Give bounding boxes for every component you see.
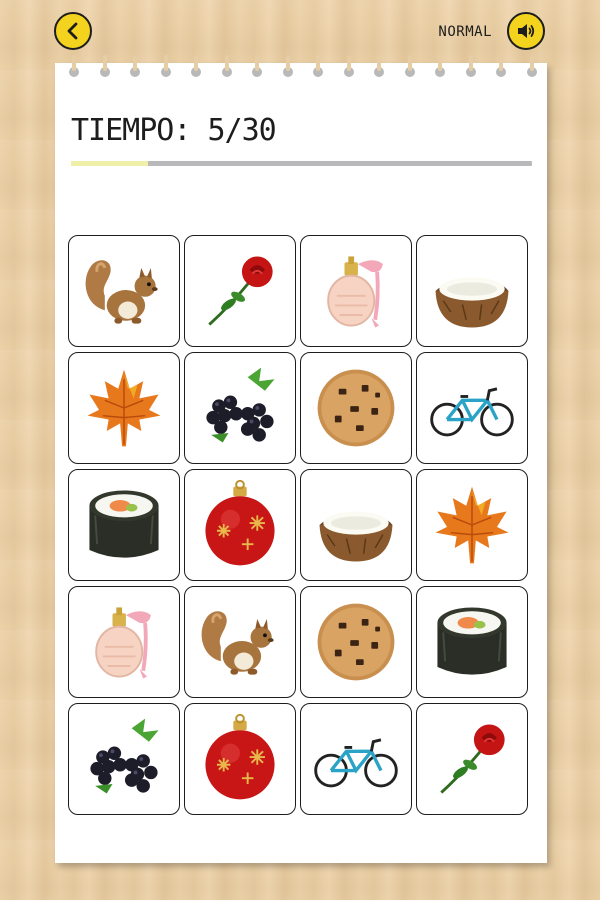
binder-ring <box>529 55 534 71</box>
bicycle-icon <box>314 738 398 788</box>
binder-ring <box>468 55 473 71</box>
memory-card-coconut[interactable] <box>300 469 412 581</box>
memory-card-cookie[interactable] <box>300 586 412 698</box>
coconut-icon <box>435 277 509 328</box>
squirrel-icon <box>201 611 274 675</box>
memory-card-cookie[interactable] <box>300 352 412 464</box>
binder-ring <box>438 55 442 71</box>
maple-leaf-icon <box>87 369 161 447</box>
sushi-icon <box>89 490 159 558</box>
timer-label: TIEMPO: 5/30 <box>71 113 277 148</box>
blackberries-icon <box>206 367 275 443</box>
rose-icon <box>440 724 505 794</box>
binder-ring <box>102 55 107 71</box>
memory-card-ornament[interactable] <box>184 469 296 581</box>
binder-ring <box>255 55 259 71</box>
memory-card-bicycle[interactable] <box>416 352 528 464</box>
memory-card-blackberries[interactable] <box>68 703 180 815</box>
timer-progress-fill <box>71 161 148 166</box>
memory-card-sushi[interactable] <box>416 586 528 698</box>
binder-ring <box>316 55 320 71</box>
back-button[interactable] <box>54 12 92 50</box>
binder-ring <box>224 55 229 71</box>
binder-ring <box>285 55 290 71</box>
memory-card-rose[interactable] <box>184 235 296 347</box>
memory-card-rose[interactable] <box>416 703 528 815</box>
memory-card-sushi[interactable] <box>68 469 180 581</box>
memory-card-perfume[interactable] <box>68 586 180 698</box>
squirrel-icon <box>85 260 158 324</box>
ornament-icon <box>205 479 275 566</box>
perfume-icon <box>327 256 383 328</box>
sound-button[interactable] <box>507 12 545 50</box>
cookie-icon <box>317 603 395 681</box>
notepad-panel: TIEMPO: 5/30 <box>55 55 547 863</box>
rose-icon <box>208 256 273 326</box>
maple-leaf-icon <box>435 486 509 564</box>
speaker-icon <box>518 24 535 38</box>
binder-ring <box>72 55 76 71</box>
sushi-icon <box>437 607 507 675</box>
perfume-icon <box>95 607 151 679</box>
memory-card-blackberries[interactable] <box>184 352 296 464</box>
cookie-icon <box>317 369 395 447</box>
difficulty-label: NORMAL <box>438 24 492 40</box>
binder-ring <box>499 55 503 71</box>
binder-ring <box>163 55 168 71</box>
binder-ring <box>194 55 198 71</box>
memory-card-squirrel[interactable] <box>184 586 296 698</box>
ornament-icon <box>205 713 275 800</box>
memory-card-maple-leaf[interactable] <box>416 469 528 581</box>
chevron-left-icon <box>67 22 78 40</box>
timer-progress-bar <box>71 161 532 166</box>
memory-card-coconut[interactable] <box>416 235 528 347</box>
memory-card-squirrel[interactable] <box>68 235 180 347</box>
binder-holes <box>55 55 547 83</box>
binder-ring <box>407 55 412 71</box>
binder-ring <box>377 55 381 71</box>
coconut-icon <box>319 511 393 562</box>
binder-ring <box>133 55 137 71</box>
memory-card-ornament[interactable] <box>184 703 296 815</box>
binder-ring <box>346 55 351 71</box>
bicycle-icon <box>430 387 514 437</box>
memory-card-bicycle[interactable] <box>300 703 412 815</box>
blackberries-icon <box>90 718 159 794</box>
memory-card-perfume[interactable] <box>300 235 412 347</box>
memory-card-maple-leaf[interactable] <box>68 352 180 464</box>
